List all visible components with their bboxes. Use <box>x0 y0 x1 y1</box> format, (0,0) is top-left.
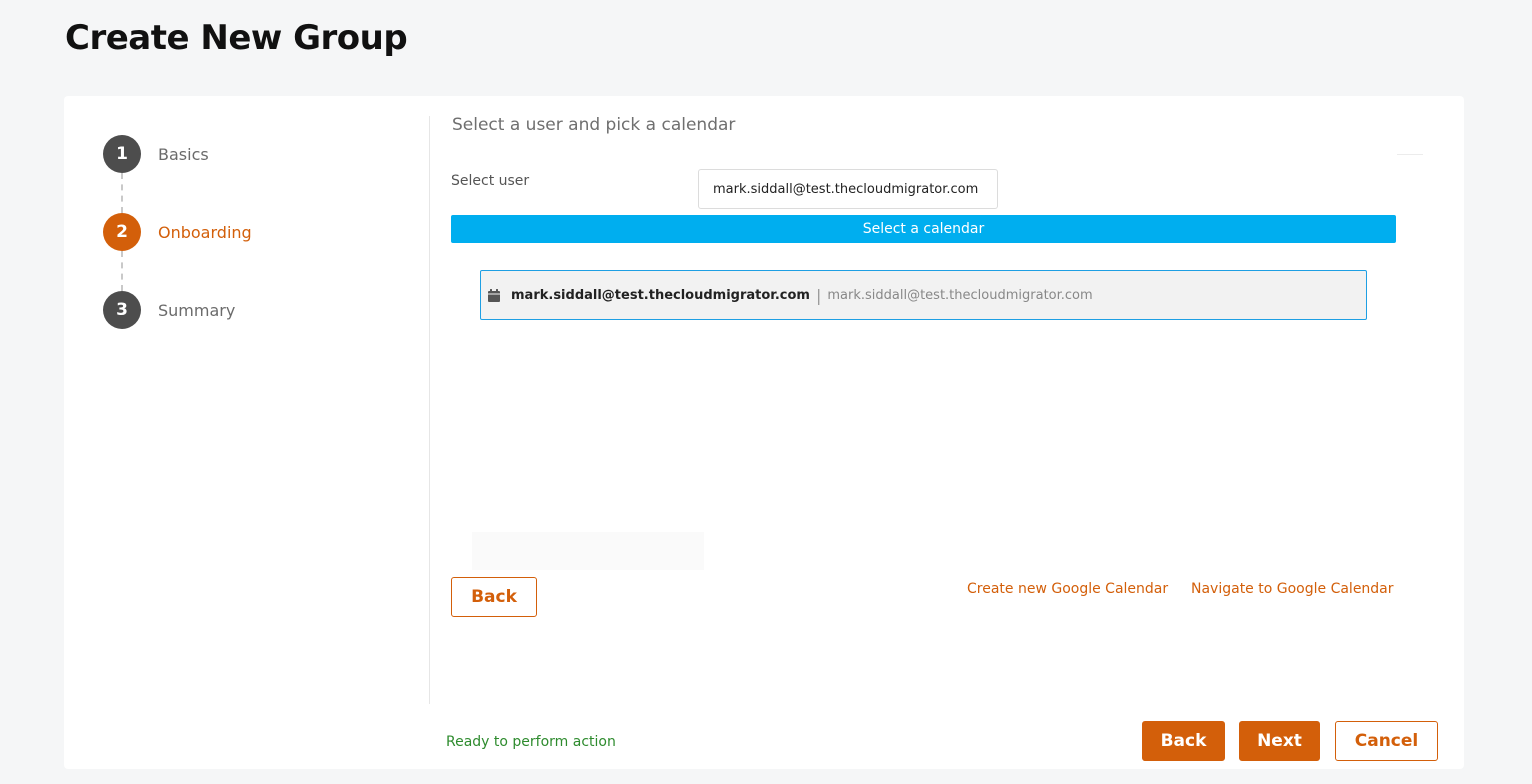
navigate-google-calendar-link[interactable]: Navigate to Google Calendar <box>1191 581 1394 597</box>
step-basics[interactable]: 1 Basics <box>103 135 403 173</box>
step-label: Onboarding <box>158 222 252 242</box>
calendar-name: mark.siddall@test.thecloudmigrator.com <box>511 287 810 303</box>
calendar-back-button[interactable]: Back <box>451 577 537 617</box>
cancel-button[interactable]: Cancel <box>1335 721 1438 761</box>
create-google-calendar-link[interactable]: Create new Google Calendar <box>967 581 1168 597</box>
select-user-label: Select user <box>451 173 530 189</box>
status-message: Ready to perform action <box>446 734 616 750</box>
select-user-input[interactable] <box>698 169 998 209</box>
vertical-divider <box>429 116 430 704</box>
step-number-badge: 1 <box>103 135 141 173</box>
step-label: Basics <box>158 144 209 164</box>
calendar-separator: | <box>815 285 822 305</box>
step-connector <box>121 251 123 291</box>
faded-placeholder <box>472 532 704 570</box>
step-number-badge: 3 <box>103 291 141 329</box>
step-summary[interactable]: 3 Summary <box>103 291 403 329</box>
step-label: Summary <box>158 300 236 320</box>
page-title: Create New Group <box>65 18 408 58</box>
decorative-line <box>1397 154 1423 155</box>
back-button[interactable]: Back <box>1142 721 1225 761</box>
calendar-list-item[interactable]: mark.siddall@test.thecloudmigrator.com |… <box>480 270 1367 320</box>
select-calendar-header: Select a calendar <box>451 215 1396 243</box>
step-number-badge: 2 <box>103 213 141 251</box>
step-onboarding[interactable]: 2 Onboarding <box>103 213 403 251</box>
wizard-card: 1 Basics 2 Onboarding 3 Summary Select a… <box>64 96 1464 769</box>
next-button[interactable]: Next <box>1239 721 1320 761</box>
step-connector <box>121 173 123 213</box>
section-title: Select a user and pick a calendar <box>452 115 736 135</box>
calendar-id: mark.siddall@test.thecloudmigrator.com <box>827 287 1093 303</box>
calendar-icon <box>487 288 501 303</box>
